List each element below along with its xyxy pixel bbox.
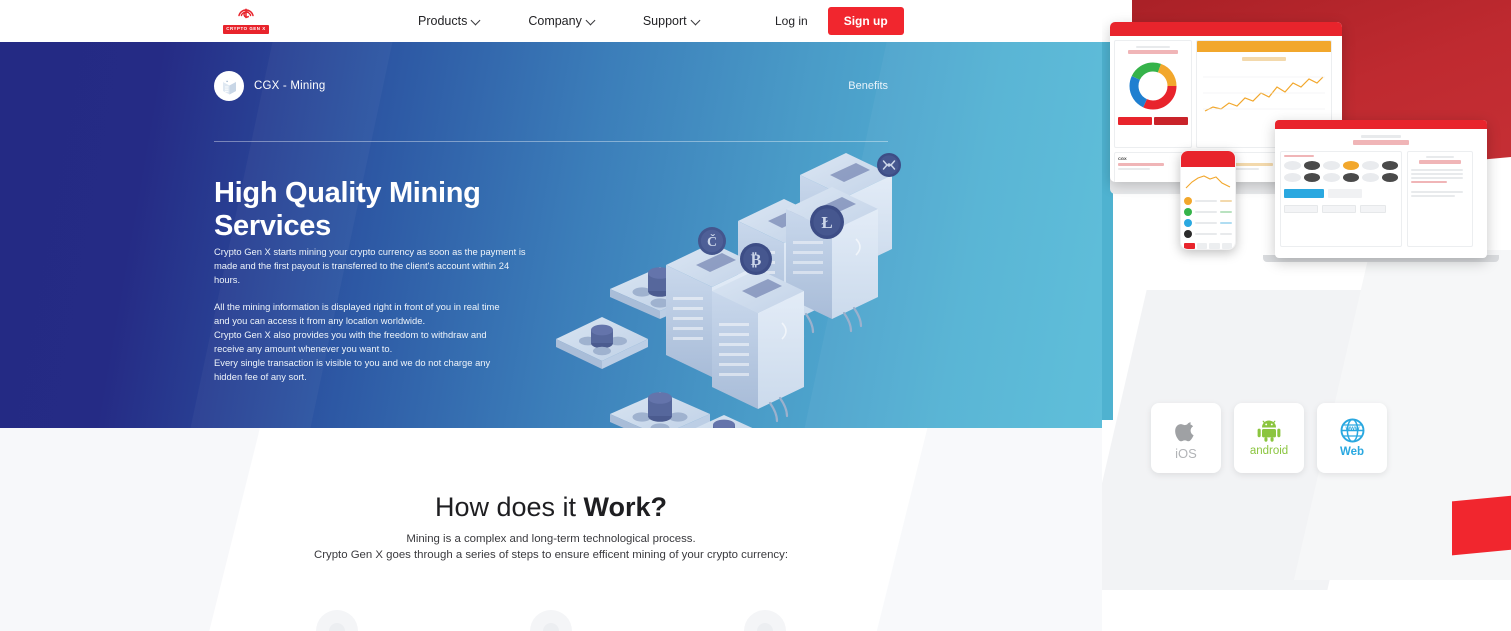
platform-card-ios[interactable]: iOS [1151, 403, 1221, 473]
step-icon [543, 623, 559, 631]
main-content-column: CRYPTO GEN X Products Company Support Lo… [0, 0, 1102, 631]
nav-item-support-label: Support [642, 14, 687, 28]
page-root: CRYPTO GEN X Products Company Support Lo… [0, 0, 1511, 631]
server-rack-icon [214, 71, 244, 101]
svg-text:Ł: Ł [821, 213, 832, 232]
litecoin-coin-icon: Ł [810, 205, 844, 239]
step-icon [757, 623, 773, 631]
isometric-mining-rigs-illustration: Ł ₿ Č [548, 147, 948, 428]
server-rack [712, 269, 804, 423]
section-title-normal: How does it [434, 492, 584, 522]
platform-label-android: android [1249, 445, 1289, 458]
bitcoin-coin-icon: ₿ [740, 243, 772, 275]
steps-row [0, 610, 1102, 631]
svg-text:www: www [1344, 426, 1359, 432]
product-sub-header: CGX - Mining Benefits [214, 62, 888, 110]
cgx-coin-icon: Č [698, 227, 726, 255]
section-subtitle: Mining is a complex and long-term techno… [0, 532, 1102, 563]
section-subtitle-line: Crypto Gen X goes through a series of st… [313, 548, 788, 561]
promo-side-panel: CGX BTC [1102, 0, 1511, 631]
hero-title-line-1: High Quality Mining [214, 177, 481, 209]
mockup-coin-grid-card [1280, 151, 1402, 247]
how-it-works-section: How does it Work? Mining is a complex an… [0, 428, 1102, 631]
section-decorative-facet [0, 428, 260, 631]
section-decorative-facet [867, 428, 1102, 631]
step-badge-2[interactable] [530, 610, 572, 631]
apple-icon [1174, 417, 1198, 443]
step-badge-1[interactable] [316, 610, 358, 631]
hero-paragraph-2-line: Crypto Gen X also provides you with the … [214, 328, 487, 340]
hero-paragraph-2-line: and you can access it from any location … [214, 314, 426, 326]
mockup-app-header [1181, 151, 1235, 167]
chevron-down-icon [587, 17, 595, 25]
logo-mark-icon [235, 4, 257, 24]
chevron-down-icon [692, 17, 700, 25]
hero-paragraph-2-line: All the mining information is displayed … [214, 301, 500, 312]
nav-item-products-label: Products [418, 14, 468, 28]
nav-item-products[interactable]: Products [418, 14, 480, 28]
svg-text:₿: ₿ [751, 251, 762, 269]
step-badge-3[interactable] [744, 610, 786, 631]
mockup-summary-card [1407, 151, 1473, 247]
logo-wordmark: CRYPTO GEN X [223, 25, 269, 34]
hero-paragraph-2-line: hidden fee of any sort. [214, 370, 307, 382]
step-icon [329, 623, 345, 631]
platform-label-web: Web [1339, 445, 1365, 458]
nav-item-company[interactable]: Company [528, 14, 595, 28]
auth-actions: Log in Sign up [775, 0, 904, 42]
nav-item-company-label: Company [528, 14, 582, 28]
platform-label-ios: iOS [1175, 445, 1197, 461]
platform-card-android[interactable]: android [1234, 403, 1304, 473]
mockup-app-header [1275, 120, 1487, 129]
product-name-label: CGX - Mining [254, 80, 326, 92]
benefits-link[interactable]: Benefits [848, 80, 888, 92]
hero-paragraph-2: All the mining information is displayed … [214, 300, 544, 383]
svg-text:Č: Č [707, 233, 717, 250]
login-link[interactable]: Log in [775, 14, 808, 28]
laptop-mockup [1275, 120, 1487, 258]
signup-button[interactable]: Sign up [827, 7, 904, 35]
platform-card-web[interactable]: www Web [1317, 403, 1387, 473]
mockup-portfolio-card [1114, 40, 1192, 148]
hero-section: CGX - Mining Benefits High Quality Minin… [0, 42, 1102, 428]
hero-paragraph-2-line: Every single transaction is visible to y… [214, 356, 491, 368]
sub-header-divider [214, 141, 888, 142]
crypto-gen-x-logo[interactable]: CRYPTO GEN X [221, 4, 271, 38]
mockup-exchange-body [1275, 129, 1487, 252]
hero-paragraph-2-line: receive any amount whenever you want to. [214, 342, 393, 354]
primary-nav-items: Products Company Support [418, 0, 700, 42]
section-title-bold: Work? [583, 492, 668, 522]
page-title: High Quality Mining Services [214, 177, 574, 243]
hero-title-line-2: Services [214, 209, 331, 242]
chevron-down-icon [472, 17, 480, 25]
ripple-coin-icon [877, 153, 901, 177]
section-subtitle-line: Mining is a complex and long-term techno… [406, 533, 696, 545]
mockup-wallet-body [1181, 167, 1235, 249]
smartphone-mockup [1180, 150, 1236, 250]
platform-cards-row: iOS android www Web [1151, 403, 1451, 473]
android-icon [1256, 418, 1282, 442]
top-navigation-bar: CRYPTO GEN X Products Company Support Lo… [0, 0, 1102, 42]
nav-item-support[interactable]: Support [643, 14, 700, 28]
globe-www-icon: www [1340, 418, 1365, 443]
section-title: How does it Work? [0, 492, 1102, 523]
mockup-app-header [1110, 22, 1342, 36]
hero-paragraph-1: Crypto Gen X starts mining your crypto c… [214, 246, 526, 285]
